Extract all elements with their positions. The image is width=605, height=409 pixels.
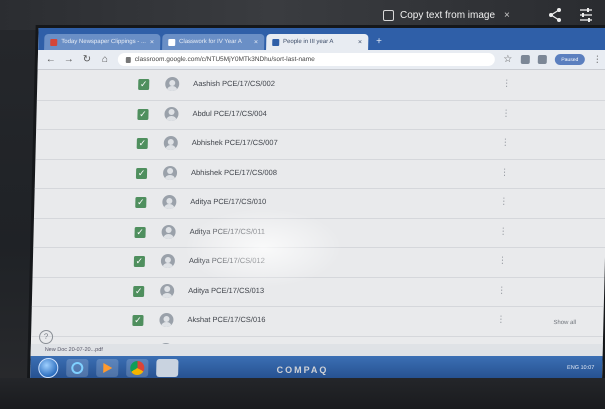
more-options-icon[interactable]: ⋮: [497, 285, 506, 296]
avatar-icon: [159, 313, 174, 327]
student-row[interactable]: ✓ Aditya PCE/17/CS/013 ⋮: [31, 277, 605, 307]
profile-button[interactable]: Paused: [554, 54, 585, 65]
student-row[interactable]: ✓ Abdul PCE/17/CS/004 ⋮: [36, 100, 605, 130]
student-name: Abhishek PCE/17/CS/008: [190, 167, 278, 177]
reload-icon[interactable]: ↻: [82, 54, 92, 65]
photo-of-laptop-screen: Copy text from image × Today Newspaper C…: [0, 0, 605, 409]
checkbox-checked[interactable]: ✓: [133, 285, 145, 297]
avatar-icon: [161, 224, 176, 239]
close-icon[interactable]: ×: [504, 10, 510, 21]
tab-close-icon[interactable]: ×: [254, 39, 258, 46]
star-icon[interactable]: ☆: [503, 54, 513, 65]
more-options-icon[interactable]: ⋮: [499, 226, 508, 237]
laptop-brand: COMPAQ: [276, 365, 329, 375]
tab-label: Classwork for IV Year A: [178, 39, 242, 45]
extension-icon[interactable]: [537, 55, 547, 64]
student-name: Aditya PCE/17/CS/010: [190, 197, 267, 206]
more-options-icon[interactable]: ⋮: [502, 78, 511, 89]
checkbox-checked[interactable]: ✓: [135, 167, 148, 179]
checkbox-checked[interactable]: ✓: [134, 226, 146, 238]
avatar-icon: [160, 254, 176, 268]
download-item[interactable]: New Doc 20-07-20...pdf: [45, 347, 103, 353]
more-options-icon[interactable]: ⋮: [501, 108, 510, 119]
copy-text-chip[interactable]: Copy text from image ×: [383, 5, 510, 25]
more-options-icon[interactable]: ⋮: [500, 167, 509, 178]
text-scan-icon: [383, 9, 394, 21]
laptop-bezel: [0, 378, 605, 409]
back-icon[interactable]: ←: [46, 54, 56, 65]
checkbox-checked[interactable]: ✓: [136, 138, 148, 149]
tab-close-icon[interactable]: ×: [358, 39, 362, 46]
tab-label: Today Newspaper Clippings - ...: [61, 39, 147, 45]
avatar-icon: [163, 136, 178, 150]
more-options-icon[interactable]: ⋮: [496, 314, 505, 325]
photo-top-strip: Copy text from image ×: [0, 0, 605, 30]
student-name: Akshat PCE/17/CS/016: [187, 315, 266, 324]
student-row[interactable]: ✓ Akshat PCE/17/CS/016 ⋮: [31, 307, 604, 337]
tab-people[interactable]: People in III year A ×: [265, 34, 369, 50]
home-icon[interactable]: ⌂: [100, 54, 110, 65]
gmail-icon: [50, 38, 58, 46]
student-row[interactable]: ✓ Abhishek PCE/17/CS/008 ⋮: [34, 159, 605, 189]
forward-icon[interactable]: →: [64, 54, 74, 65]
student-row[interactable]: ✓ Abhishek PCE/17/CS/007 ⋮: [35, 130, 605, 160]
checkbox-checked[interactable]: ✓: [133, 256, 146, 267]
new-tab-button[interactable]: +: [376, 36, 382, 47]
show-all-link[interactable]: Show all: [553, 320, 576, 326]
tab-newspaper[interactable]: Today Newspaper Clippings - ... ×: [44, 34, 161, 50]
share-icon[interactable]: [546, 6, 564, 24]
tune-icon[interactable]: [577, 6, 595, 24]
tab-classwork[interactable]: Classwork for IV Year A ×: [161, 34, 265, 50]
student-name: Abhishek PCE/17/CS/007: [191, 138, 278, 147]
browser-menu-icon[interactable]: ⋮: [593, 54, 602, 65]
url-text: classroom.google.com/c/NTU5MjY0MTk3NDhu/…: [134, 56, 315, 63]
laptop-screen: Today Newspaper Clippings - ... × Classw…: [30, 28, 605, 380]
avatar-icon: [165, 77, 180, 91]
classroom-icon: [167, 38, 176, 46]
avatar-icon: [162, 165, 178, 180]
student-row[interactable]: ✓ Aashish PCE/17/CS/002 ⋮: [36, 71, 605, 101]
classroom-icon: [271, 38, 280, 46]
tab-label: People in III year A: [282, 39, 334, 45]
download-bar: New Doc 20-07-20...pdf: [30, 344, 603, 356]
avatar-icon: [160, 283, 175, 298]
url-input[interactable]: classroom.google.com/c/NTU5MjY0MTk3NDhu/…: [117, 53, 495, 66]
student-name: Aashish PCE/17/CS/002: [193, 79, 276, 88]
avatar-icon: [164, 106, 179, 121]
address-bar: ← → ↻ ⌂ classroom.google.com/c/NTU5MjY0M…: [37, 50, 605, 70]
checkbox-checked[interactable]: ✓: [135, 197, 147, 208]
checkbox-checked[interactable]: ✓: [138, 79, 150, 90]
more-options-icon[interactable]: ⋮: [499, 196, 508, 207]
checkbox-checked[interactable]: ✓: [132, 315, 144, 326]
copy-text-label: Copy text from image: [400, 9, 496, 21]
student-name: Abdul PCE/17/CS/004: [192, 108, 267, 118]
extension-icon[interactable]: [520, 55, 530, 64]
browser-tab-bar: Today Newspaper Clippings - ... × Classw…: [38, 28, 605, 50]
lock-icon: [125, 56, 131, 63]
more-options-icon[interactable]: ⋮: [501, 137, 510, 148]
tab-close-icon[interactable]: ×: [150, 39, 154, 46]
more-options-icon[interactable]: ⋮: [498, 255, 507, 266]
checkbox-checked[interactable]: ✓: [137, 108, 149, 120]
avatar-icon: [162, 195, 177, 209]
student-row[interactable]: ✓ Aditya PCE/17/CS/010 ⋮: [33, 189, 605, 219]
